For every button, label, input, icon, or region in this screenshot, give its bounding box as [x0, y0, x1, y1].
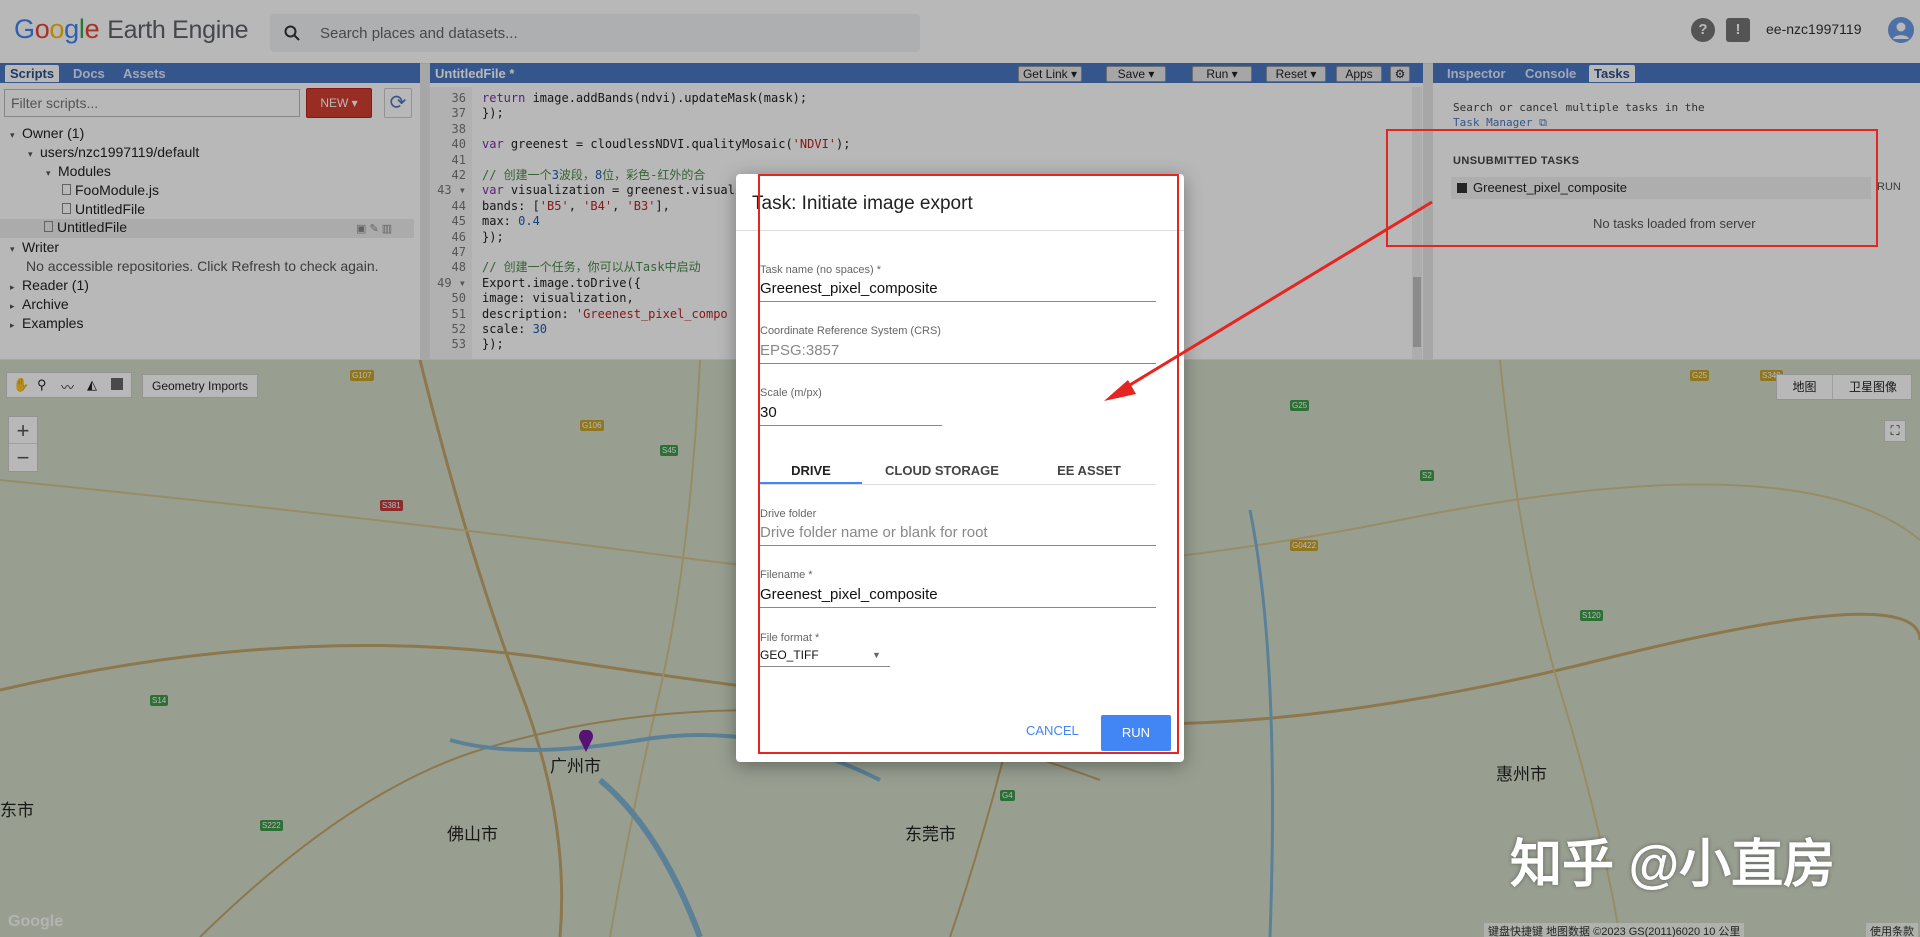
annotation-box-dialog	[758, 174, 1179, 754]
zhihu-watermark: 知乎 @小直房	[1510, 836, 1836, 894]
annotation-box-tasks	[1386, 129, 1878, 247]
